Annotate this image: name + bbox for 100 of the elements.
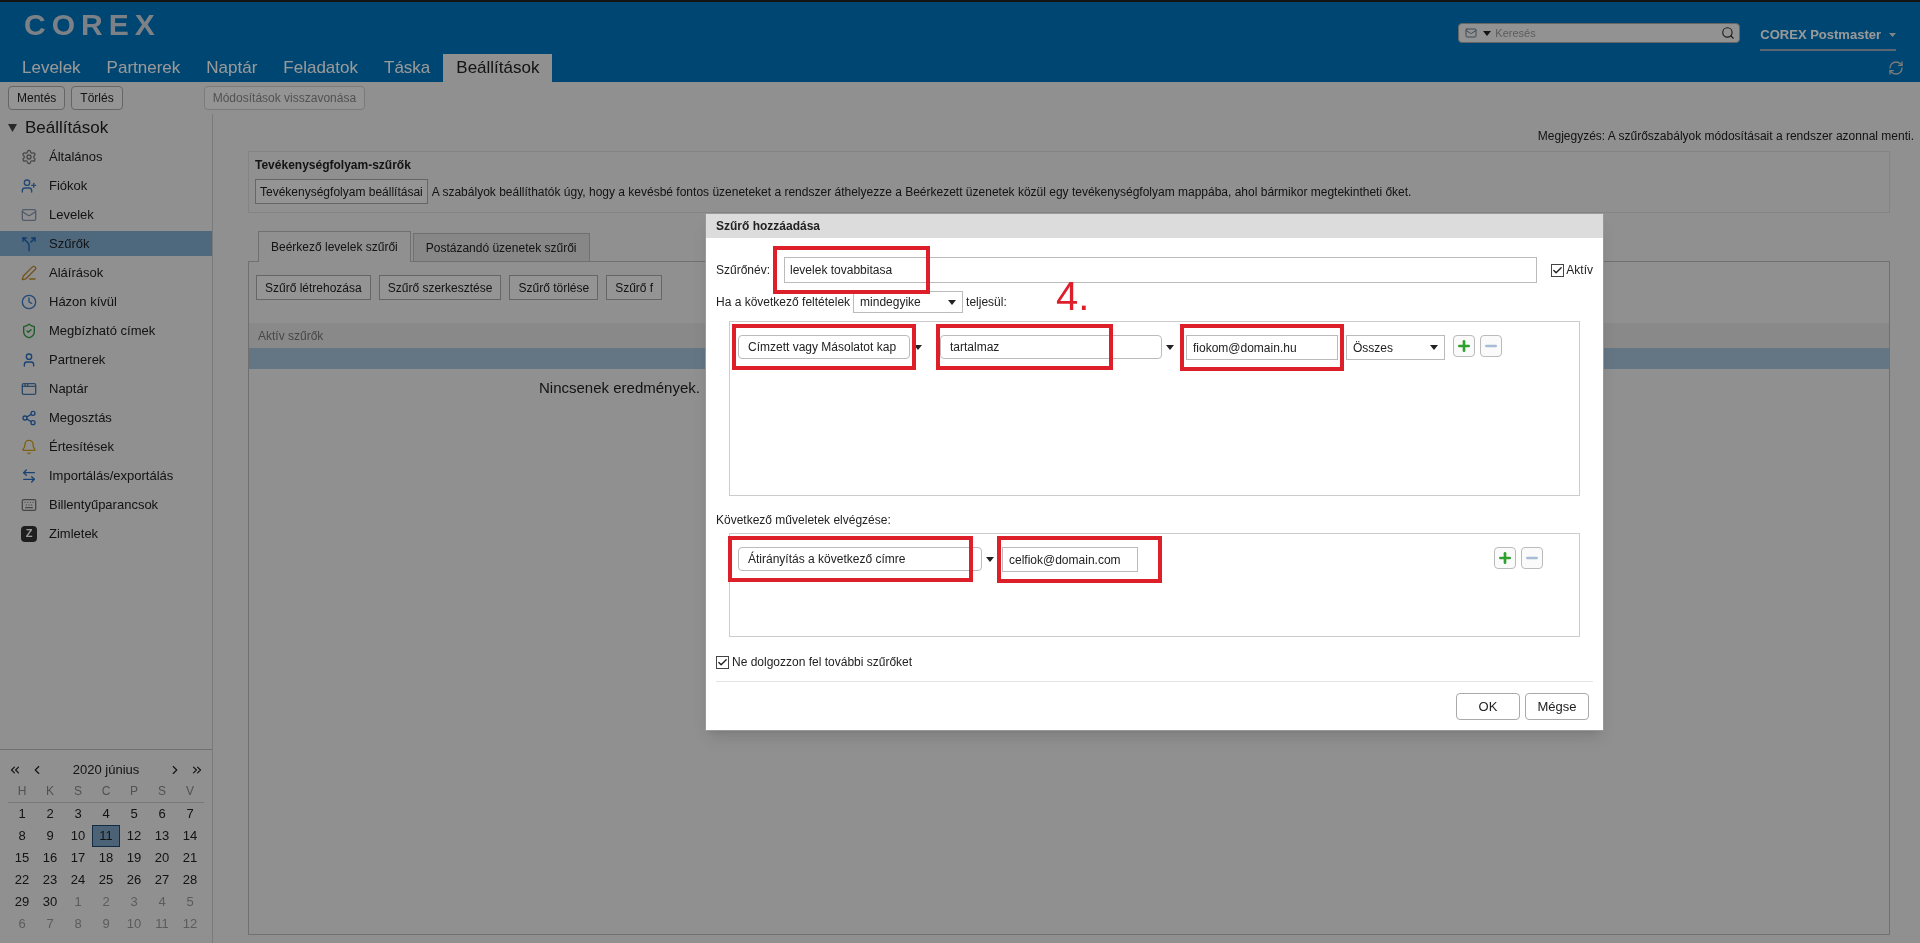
toolbar-button[interactable]: Törlés	[71, 86, 123, 110]
calendar-day[interactable]: 8	[8, 825, 36, 847]
section-title: Tevékenységfolyam-szűrők	[255, 157, 412, 174]
sidebar-item[interactable]: Naptár	[0, 376, 212, 401]
calendar-day[interactable]: 12	[120, 825, 148, 847]
calendar-day[interactable]: 9	[36, 825, 64, 847]
sidebar-item[interactable]: Importálás/exportálás	[0, 463, 212, 488]
calendar-day[interactable]: 2	[36, 803, 64, 825]
calendar-day[interactable]: 23	[36, 869, 64, 891]
previous-year-icon[interactable]	[8, 763, 22, 777]
calendar-day[interactable]: 25	[92, 869, 120, 891]
calendar-title: 2020 június	[71, 761, 141, 780]
sidebar-item[interactable]: Fiókok	[0, 173, 212, 198]
calendar-day[interactable]: 4	[92, 803, 120, 825]
sidebar-item[interactable]: Billentyűparancsok	[0, 492, 212, 517]
calendar-day[interactable]: 5	[120, 803, 148, 825]
filter-tab[interactable]: Beérkező levelek szűrői	[258, 231, 411, 262]
filter-tab[interactable]: Postázandó üzenetek szűrői	[412, 233, 590, 261]
calendar-day[interactable]: 3	[64, 803, 92, 825]
filter-button[interactable]: Szűrő létrehozása	[256, 275, 371, 300]
calendar-day[interactable]: 28	[176, 869, 204, 891]
scope-select[interactable]: Összes	[1346, 335, 1445, 360]
filter-icon	[21, 235, 37, 252]
sidebar-item[interactable]: Házon kívül	[0, 289, 212, 314]
calendar-day[interactable]: 26	[120, 869, 148, 891]
caret-icon	[1483, 30, 1492, 36]
weekday-label: C	[100, 783, 112, 800]
arrows-icon	[21, 467, 37, 484]
next-year-icon[interactable]	[190, 763, 204, 777]
calendar-day[interactable]: 27	[148, 869, 176, 891]
calendar-day[interactable]: 1	[8, 803, 36, 825]
activity-settings-button[interactable]: Tevékenységfolyam beállításai	[255, 179, 428, 204]
sidebar-item[interactable]: Megbízható címek	[0, 318, 212, 343]
user-menu[interactable]: COREX Postmaster	[1760, 25, 1896, 51]
window-icon	[21, 380, 37, 397]
filter-button[interactable]: Szűrő törlése	[509, 275, 599, 300]
nav-tab[interactable]: Táska	[371, 54, 444, 82]
value-field[interactable]: fiokom@domain.hu	[1186, 335, 1338, 360]
bell-icon	[21, 438, 37, 455]
calendar-day[interactable]: 29	[8, 891, 36, 913]
calendar-day[interactable]: 15	[8, 847, 36, 869]
calendar-day[interactable]: 14	[176, 825, 204, 847]
gear-icon	[21, 148, 37, 165]
nav-tab[interactable]: Partnerek	[93, 54, 194, 82]
shield-icon	[21, 322, 37, 339]
condition-text: teljesül:	[966, 294, 1007, 311]
zimlet-icon: Z	[21, 525, 37, 542]
description-text: A szabályok beállíthatók úgy, hogy a kevésbé fontos üzeneteket a rendszer áthelyezze a Beérkezett üzenetek közül egy tevékenységfolyam mappába, ahol bármikor megtekintheti őket.	[431, 183, 1412, 201]
calendar-day[interactable]: 10	[64, 825, 92, 847]
logo: COREX	[24, 10, 161, 40]
sidebar-item[interactable]: Szűrők	[0, 231, 212, 256]
address-field[interactable]: celfiok@domain.com	[1002, 547, 1138, 572]
search-icon[interactable]	[1721, 26, 1736, 40]
weekday-label: H	[16, 783, 28, 800]
checkbox-label: Ne dolgozzon fel további szűrőket	[732, 654, 913, 671]
dialog-button[interactable]: Mégse	[1525, 693, 1589, 720]
plus-icon	[1456, 338, 1472, 354]
calendar-day[interactable]: 16	[36, 847, 64, 869]
calendar-day[interactable]: 6	[148, 803, 176, 825]
dialog-title: Szűrő hozzáadása	[706, 214, 1603, 238]
nav-tab[interactable]: Feladatok	[270, 54, 371, 82]
caret-icon	[1430, 345, 1438, 350]
checkbox[interactable]	[1551, 263, 1565, 277]
add-button[interactable]	[1453, 335, 1475, 357]
calendar-day[interactable]: 18	[92, 847, 120, 869]
sidebar-item[interactable]: Z Zimletek	[0, 521, 212, 546]
nav-tab[interactable]: Naptár	[193, 54, 271, 82]
calendar-day[interactable]: 13	[148, 825, 176, 847]
calendar-day[interactable]: 19	[120, 847, 148, 869]
calendar-day[interactable]: 21	[176, 847, 204, 869]
calendar-day[interactable]: 30	[36, 891, 64, 913]
sidebar-item[interactable]: Általános	[0, 144, 212, 169]
plus-icon	[1497, 550, 1513, 566]
toolbar-button[interactable]: Mentés	[8, 86, 66, 110]
checkbox[interactable]	[716, 655, 729, 669]
share-icon	[21, 409, 37, 426]
sidebar-item[interactable]: Értesítések	[0, 434, 212, 459]
sidebar-item[interactable]: Megosztás	[0, 405, 212, 430]
action-select[interactable]: Átirányítás a következő címre	[738, 547, 982, 571]
sidebar-item[interactable]: Partnerek	[0, 347, 212, 372]
calendar-day[interactable]: 11	[92, 825, 120, 847]
nav-tab[interactable]: Beállítások	[443, 54, 553, 82]
filter-button[interactable]: Szűrő szerkesztése	[378, 275, 502, 300]
filter-name-field[interactable]: levelek tovabbitasa	[784, 257, 1538, 283]
filter-button[interactable]: Szűrő f	[606, 275, 663, 300]
calendar-day[interactable]: 22	[8, 869, 36, 891]
field-select[interactable]: Címzett vagy Másolatot kap	[738, 335, 910, 359]
weekday-label: P	[129, 783, 139, 800]
nav-tab[interactable]: Levelek	[9, 54, 94, 82]
calendar-day[interactable]: 17	[64, 847, 92, 869]
keyboard-icon	[21, 496, 37, 513]
calendar-day[interactable]: 20	[148, 847, 176, 869]
sidebar-item[interactable]: Levelek	[0, 202, 212, 227]
sidebar-header[interactable]: Beállítások	[0, 114, 212, 142]
calendar-day[interactable]: 24	[64, 869, 92, 891]
dialog-button[interactable]: OK	[1456, 693, 1520, 720]
sidebar-item[interactable]: Aláírások	[0, 260, 212, 285]
calendar-day[interactable]: 7	[176, 803, 204, 825]
field-label: Szűrőnév:	[716, 262, 771, 279]
add-button[interactable]	[1494, 547, 1516, 569]
